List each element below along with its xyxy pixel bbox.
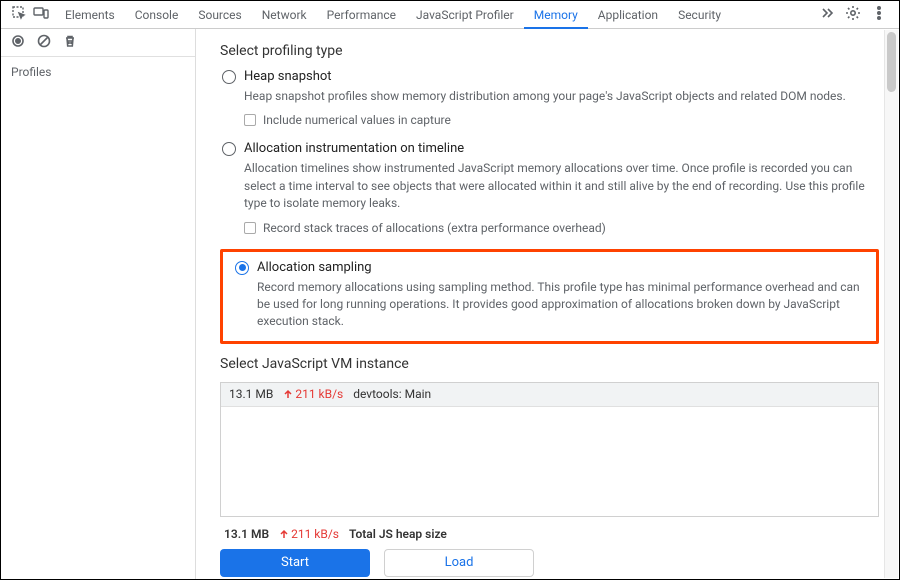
device-toolbar-icon[interactable]: [33, 5, 49, 24]
sidebar-profiles-label: Profiles: [1, 57, 195, 87]
heap-sub-label: Include numerical values in capture: [263, 113, 451, 127]
arrow-up-icon: [279, 529, 289, 539]
timeline-sub-label: Record stack traces of allocations (extr…: [263, 221, 606, 235]
checkbox-icon[interactable]: [244, 222, 256, 234]
tab-performance[interactable]: Performance: [317, 1, 406, 29]
total-size: 13.1 MB: [224, 527, 269, 541]
tab-elements[interactable]: Elements: [55, 1, 125, 29]
allocation-timeline-option[interactable]: Allocation instrumentation on timeline A…: [220, 141, 879, 234]
memory-panel: Select profiling type Heap snapshot Heap…: [196, 29, 899, 579]
panel-tabs: ElementsConsoleSourcesNetworkPerformance…: [55, 1, 811, 29]
radio-icon[interactable]: [235, 261, 249, 275]
tabbar-right: [811, 5, 895, 24]
heap-totals: 13.1 MB 211 kB/s Total JS heap size: [220, 517, 879, 549]
allocation-sampling-highlight: Allocation sampling Record memory alloca…: [220, 249, 879, 344]
devtools-tabbar: ElementsConsoleSourcesNetworkPerformance…: [1, 1, 899, 29]
heap-snapshot-title: Heap snapshot: [244, 69, 332, 84]
radio-icon[interactable]: [222, 70, 236, 84]
clear-icon[interactable]: [37, 34, 51, 51]
vertical-scrollbar[interactable]: [884, 30, 898, 578]
record-icon[interactable]: [11, 34, 25, 51]
allocation-sampling-title: Allocation sampling: [257, 260, 372, 275]
total-label: Total JS heap size: [349, 527, 447, 541]
radio-icon[interactable]: [222, 142, 236, 156]
scrollbar-thumb[interactable]: [887, 32, 896, 92]
settings-icon[interactable]: [845, 5, 861, 24]
profiles-sidebar: Profiles: [1, 29, 196, 579]
sidebar-toolbar: [1, 29, 195, 57]
arrow-up-icon: [283, 389, 293, 399]
inspect-tools: [5, 5, 55, 24]
allocation-sampling-option[interactable]: Allocation sampling Record memory alloca…: [233, 260, 866, 331]
tab-memory[interactable]: Memory: [524, 1, 588, 29]
timeline-record-stack[interactable]: Record stack traces of allocations (extr…: [244, 221, 879, 235]
tab-console[interactable]: Console: [125, 1, 189, 29]
vm-size: 13.1 MB: [229, 387, 273, 401]
action-buttons: Start Load: [220, 549, 879, 577]
inspect-element-icon[interactable]: [11, 5, 27, 24]
profiling-type-title: Select profiling type: [220, 43, 879, 59]
tab-security[interactable]: Security: [668, 1, 731, 29]
start-button[interactable]: Start: [220, 549, 370, 577]
load-button[interactable]: Load: [384, 549, 534, 577]
total-rate: 211 kB/s: [279, 527, 339, 541]
vm-name: devtools: Main: [353, 387, 431, 401]
heap-snapshot-option[interactable]: Heap snapshot Heap snapshot profiles sho…: [220, 69, 879, 127]
allocation-timeline-desc: Allocation timelines show instrumented J…: [244, 160, 879, 212]
tab-network[interactable]: Network: [252, 1, 317, 29]
allocation-timeline-title: Allocation instrumentation on timeline: [244, 141, 464, 156]
vm-instance-title: Select JavaScript VM instance: [220, 356, 879, 372]
checkbox-icon[interactable]: [244, 114, 256, 126]
more-tabs-icon[interactable]: [819, 5, 835, 24]
allocation-sampling-desc: Record memory allocations using sampling…: [257, 279, 866, 331]
vm-instance-list: 13.1 MB 211 kB/s devtools: Main: [220, 382, 879, 517]
heap-include-numerical[interactable]: Include numerical values in capture: [244, 113, 879, 127]
tab-javascript-profiler[interactable]: JavaScript Profiler: [406, 1, 524, 29]
delete-icon[interactable]: [63, 34, 77, 51]
more-menu-icon[interactable]: [871, 5, 887, 24]
tab-sources[interactable]: Sources: [188, 1, 251, 29]
vm-instance-row[interactable]: 13.1 MB 211 kB/s devtools: Main: [221, 383, 878, 407]
heap-snapshot-desc: Heap snapshot profiles show memory distr…: [244, 88, 879, 105]
vm-rate: 211 kB/s: [283, 387, 343, 401]
tab-application[interactable]: Application: [588, 1, 668, 29]
